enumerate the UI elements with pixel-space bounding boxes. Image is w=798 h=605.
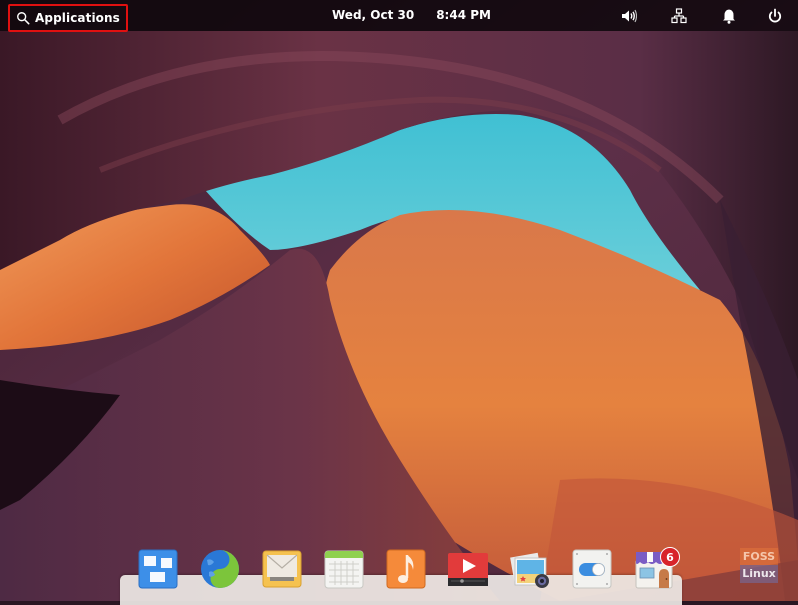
watermark-logo: FOSS Linux [740,548,778,583]
top-panel: Applications Wed, Oct 30 8:44 PM [0,0,798,32]
dock-item-mail[interactable] [251,548,313,594]
watermark-top-text: FOSS [740,548,778,565]
photos-icon [510,552,549,588]
volume-icon [622,9,637,23]
volume-indicator[interactable] [620,7,638,25]
dock-item-web-browser[interactable] [189,548,251,594]
calendar-icon [324,550,364,589]
network-icon [671,8,687,24]
globe-icon [201,550,239,588]
network-indicator[interactable] [670,7,688,25]
dock-item-appcenter[interactable]: 6 [623,547,685,594]
search-icon [17,12,30,25]
datetime-indicator[interactable]: Wed, Oct 30 8:44 PM [332,8,491,22]
multitasking-icon [138,549,178,589]
music-note-icon [386,549,426,589]
date-label: Wed, Oct 30 [332,8,415,22]
update-count-badge: 6 [660,547,680,567]
dock-item-music[interactable] [375,548,437,594]
dock-item-system-settings[interactable] [561,548,623,594]
power-icon [768,8,782,23]
video-play-icon [448,553,488,586]
applications-label: Applications [35,11,120,25]
dock-item-videos[interactable] [437,548,499,594]
notifications-indicator[interactable] [720,7,738,25]
dock-item-calendar[interactable] [313,548,375,594]
applications-menu-button[interactable]: Applications [8,4,128,32]
toggle-switch-icon [572,549,612,589]
session-indicator[interactable] [766,7,784,25]
watermark-bottom-text: Linux [740,565,778,583]
mail-icon [262,550,302,588]
bell-icon [723,9,735,24]
dock-item-photos[interactable] [499,548,561,594]
desktop-wallpaper [0,0,798,601]
time-label: 8:44 PM [436,8,491,22]
dock: 6 [127,547,685,594]
dock-item-multitasking-view[interactable] [127,548,189,594]
